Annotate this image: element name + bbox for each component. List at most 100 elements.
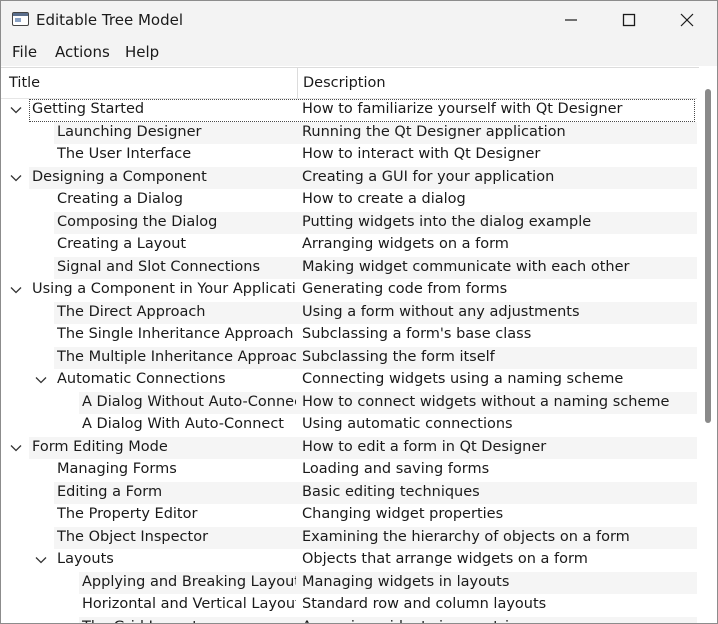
row-title: A Dialog Without Auto-Connect (82, 393, 296, 410)
row-description: Using a form without any adjustments (302, 303, 580, 320)
row-description: How to interact with Qt Designer (302, 146, 541, 162)
minimize-button[interactable] (548, 1, 594, 39)
row-title: The Grid Layout (82, 619, 296, 624)
tree-row[interactable]: Launching Designer Running the Qt Designe… (1, 121, 697, 144)
row-title: The Property Editor (57, 506, 198, 522)
maximize-button[interactable] (606, 1, 652, 39)
row-title: The Single Inheritance Approach (57, 326, 294, 342)
row-description: Managing widgets in layouts (302, 573, 510, 590)
row-title: The Object Inspector (57, 528, 209, 545)
tree-view[interactable]: Title Description Getting Started How to … (1, 67, 717, 624)
tree-row[interactable]: The Direct Approach Using a form without … (1, 301, 697, 324)
row-description: Changing widget properties (302, 506, 504, 522)
row-description: How to edit a form in Qt Designer (302, 438, 547, 455)
chevron-down-icon[interactable] (35, 556, 47, 564)
column-divider[interactable] (297, 68, 298, 99)
row-title: Signal and Slot Connections (57, 258, 261, 275)
row-title: Launching Designer (57, 123, 202, 140)
tree-row[interactable]: Creating a Layout Arranging widgets on a … (1, 234, 697, 257)
row-title: Automatic Connections (57, 371, 226, 387)
column-header-title[interactable]: Title (9, 75, 40, 91)
chevron-down-icon[interactable] (10, 106, 22, 114)
row-description: Connecting widgets using a naming scheme (302, 371, 624, 387)
row-description: Examining the hierarchy of objects on a … (302, 528, 630, 545)
row-description: Generating code from forms (302, 281, 508, 297)
window-app-icon (12, 12, 29, 26)
row-title: Applying and Breaking Layouts (82, 573, 296, 590)
tree-row[interactable]: Applying and Breaking Layouts Managing wi… (1, 571, 697, 594)
row-title: Composing the Dialog (57, 213, 218, 230)
maximize-icon (622, 13, 636, 27)
tree-row[interactable]: Layouts Objects that arrange widgets on a… (1, 549, 697, 572)
tree-rows: Getting Started How to familiarize yourse… (1, 99, 697, 624)
row-description: How to create a dialog (302, 191, 466, 207)
column-header-description[interactable]: Description (303, 75, 386, 91)
chevron-down-icon[interactable] (10, 444, 22, 452)
tree-row[interactable]: Creating a Dialog How to create a dialog (1, 189, 697, 212)
row-description: Putting widgets into the dialog example (302, 213, 592, 230)
row-description: How to familiarize yourself with Qt Desi… (302, 101, 623, 117)
row-description: Creating a GUI for your application (302, 168, 555, 185)
row-description: Using automatic connections (302, 416, 513, 432)
row-description: Arranging widgets on a form (302, 236, 509, 252)
tree-row[interactable]: Editing a Form Basic editing techniques (1, 481, 697, 504)
menu-help[interactable]: Help (125, 43, 159, 61)
tree-row[interactable]: The User Interface How to interact with Q… (1, 144, 697, 167)
tree-header: Title Description (1, 68, 697, 99)
app-window: Editable Tree Model File Actions Help Ti… (0, 0, 718, 624)
row-title: Horizontal and Vertical Layouts (82, 596, 296, 612)
row-title: Managing Forms (57, 461, 177, 477)
tree-row[interactable]: The Multiple Inheritance Approach Subclas… (1, 346, 697, 369)
row-title: Creating a Layout (57, 236, 187, 252)
row-title: Using a Component in Your Application (32, 281, 296, 297)
vertical-scrollbar[interactable] (699, 67, 717, 623)
tree-row[interactable]: The Object Inspector Examining the hierar… (1, 526, 697, 549)
row-title: The Multiple Inheritance Approach (57, 348, 296, 365)
scrollbar-thumb[interactable] (705, 89, 711, 423)
tree-row[interactable]: The Single Inheritance Approach Subclassi… (1, 324, 697, 347)
tree-row[interactable]: Using a Component in Your Application Gen… (1, 279, 697, 302)
row-title: Designing a Component (32, 168, 207, 185)
row-description: Arranging widgets in a matrix (302, 619, 694, 624)
tree-row[interactable]: Getting Started How to familiarize yourse… (1, 99, 697, 122)
row-title: Form Editing Mode (32, 438, 168, 455)
tree-row[interactable]: Form Editing Mode How to edit a form in Q… (1, 436, 697, 459)
row-description: Basic editing techniques (302, 483, 480, 500)
menu-file[interactable]: File (12, 43, 37, 61)
row-description: Standard row and column layouts (302, 596, 547, 612)
close-button[interactable] (664, 1, 710, 39)
tree-row[interactable]: Composing the Dialog Putting widgets into… (1, 211, 697, 234)
window-title: Editable Tree Model (36, 11, 183, 29)
row-title: The User Interface (57, 146, 192, 162)
row-description: Subclassing a form's base class (302, 326, 532, 342)
row-title: A Dialog With Auto-Connect (82, 416, 284, 432)
tree-row[interactable]: The Property Editor Changing widget prope… (1, 504, 697, 527)
row-title: Creating a Dialog (57, 191, 183, 207)
title-bar[interactable]: Editable Tree Model (1, 1, 717, 39)
menu-bar: File Actions Help (1, 39, 717, 66)
row-description: Objects that arrange widgets on a form (302, 551, 588, 567)
row-description: Loading and saving forms (302, 461, 490, 477)
chevron-down-icon[interactable] (10, 174, 22, 182)
tree-row[interactable]: Horizontal and Vertical Layouts Standard … (1, 594, 697, 617)
row-description: Subclassing the form itself (302, 348, 495, 365)
tree-row[interactable]: A Dialog With Auto-Connect Using automati… (1, 414, 697, 437)
tree-row[interactable]: Designing a Component Creating a GUI for … (1, 166, 697, 189)
tree-row[interactable]: Automatic Connections Connecting widgets … (1, 369, 697, 392)
row-description: Making widget communicate with each othe… (302, 258, 630, 275)
chevron-down-icon[interactable] (35, 376, 47, 384)
row-title: Getting Started (32, 101, 145, 117)
tree-row[interactable]: A Dialog Without Auto-Connect How to conn… (1, 391, 697, 414)
menu-actions[interactable]: Actions (55, 43, 110, 61)
row-description: Running the Qt Designer application (302, 123, 566, 140)
close-icon (680, 13, 694, 27)
chevron-down-icon[interactable] (10, 286, 22, 294)
minimize-icon (565, 19, 577, 21)
tree-row[interactable]: Managing Forms Loading and saving forms (1, 459, 697, 482)
row-description: How to connect widgets without a naming … (302, 393, 670, 410)
tree-row[interactable]: The Grid Layout Arranging widgets in a ma… (1, 616, 697, 624)
row-title: Layouts (57, 551, 114, 567)
tree-row[interactable]: Signal and Slot Connections Making widget… (1, 256, 697, 279)
row-title: Editing a Form (57, 483, 163, 500)
row-title: The Direct Approach (57, 303, 206, 320)
